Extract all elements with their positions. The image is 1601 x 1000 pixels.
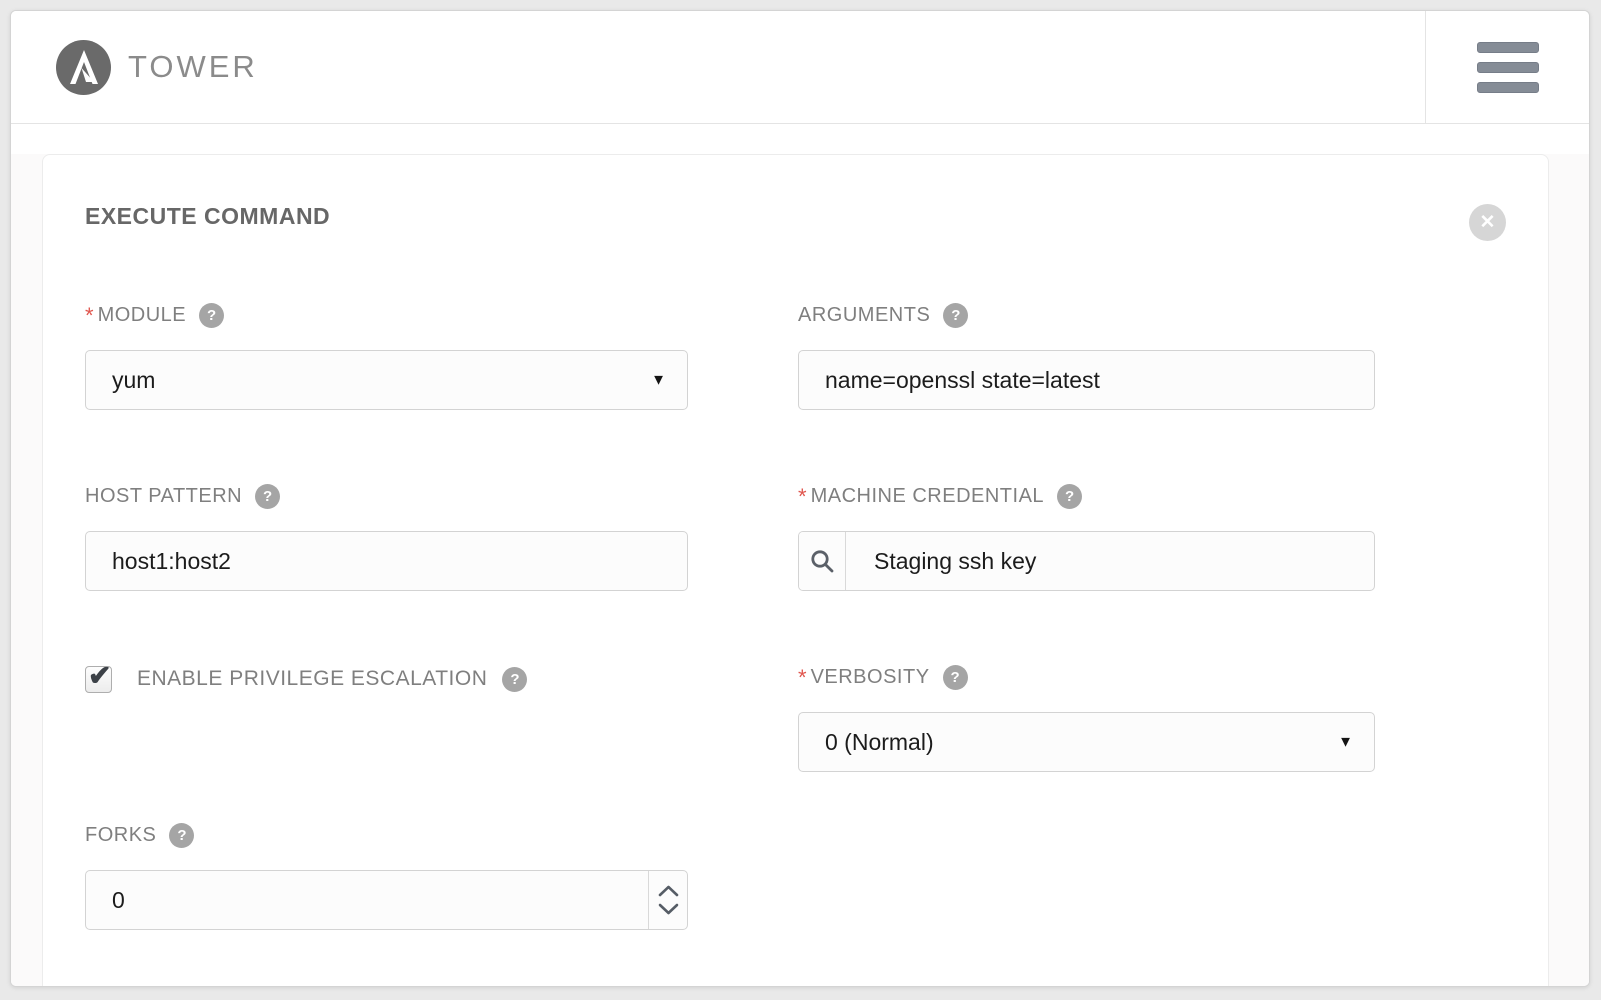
machine-credential-box [798,531,1375,591]
arguments-label-row: ARGUMENTS ? [798,303,1375,328]
privilege-escalation-group: ✔ ENABLE PRIVILEGE ESCALATION ? [85,665,688,693]
app-window: TOWER EXECUTE COMMAND ✕ [10,10,1590,987]
help-icon[interactable]: ? [255,484,280,509]
ansible-a-glyph [67,49,101,85]
host-pattern-box [85,531,688,591]
module-selected-value: yum [86,367,687,394]
stepper-up-icon[interactable] [658,882,679,900]
help-icon[interactable]: ? [943,303,968,328]
search-icon[interactable] [799,532,846,590]
forks-field-group: FORKS ? [85,823,688,930]
verbosity-selected-value: 0 (Normal) [799,729,1374,756]
panel-header: EXECUTE COMMAND ✕ [85,201,1506,241]
required-marker: * [798,484,807,509]
host-pattern-input[interactable] [86,532,687,590]
verbosity-select[interactable]: 0 (Normal) ▼ [798,712,1375,772]
verbosity-field-group: * VERBOSITY ? 0 (Normal) ▼ [798,665,1375,772]
ansible-logo-icon [56,40,111,95]
module-label: MODULE [98,304,187,327]
stepper-down-icon[interactable] [658,900,679,918]
machine-credential-input[interactable] [846,532,1374,590]
navbar-menu-section [1425,11,1589,123]
arguments-field-group: ARGUMENTS ? [798,303,1375,410]
brand-title: TOWER [128,49,258,85]
chevron-down-icon: ▼ [1338,734,1353,751]
required-marker: * [798,665,807,690]
host-pattern-label: HOST PATTERN [85,485,242,508]
forks-box [85,870,688,930]
form-column-left: * MODULE ? yum ▼ HOST PATTERN [85,303,688,987]
module-select[interactable]: yum ▼ [85,350,688,410]
arguments-box [798,350,1375,410]
required-marker: * [85,303,94,328]
forks-input[interactable] [86,871,648,929]
close-icon[interactable]: ✕ [1469,204,1506,241]
forks-label-row: FORKS ? [85,823,688,848]
help-icon[interactable]: ? [199,303,224,328]
top-navbar: TOWER [11,11,1589,124]
forks-stepper [648,871,687,929]
brand: TOWER [11,11,1425,123]
close-glyph: ✕ [1480,213,1496,232]
chevron-down-icon: ▼ [651,372,666,389]
help-icon[interactable]: ? [1057,484,1082,509]
module-field-group: * MODULE ? yum ▼ [85,303,688,410]
hamburger-menu-icon[interactable] [1477,33,1539,102]
arguments-input[interactable] [799,351,1374,409]
machine-credential-label-row: * MACHINE CREDENTIAL ? [798,484,1375,509]
help-icon[interactable]: ? [169,823,194,848]
hamburger-bar [1477,82,1539,93]
help-icon[interactable]: ? [943,665,968,690]
forks-label: FORKS [85,824,156,847]
privilege-escalation-label: ENABLE PRIVILEGE ESCALATION [137,667,487,691]
page-title: EXECUTE COMMAND [85,201,330,231]
arguments-label: ARGUMENTS [798,304,930,327]
verbosity-label: VERBOSITY [811,666,930,689]
host-pattern-label-row: HOST PATTERN ? [85,484,688,509]
execute-command-form: * MODULE ? yum ▼ HOST PATTERN [85,303,1506,987]
host-pattern-field-group: HOST PATTERN ? [85,484,688,591]
module-label-row: * MODULE ? [85,303,688,328]
page-content: EXECUTE COMMAND ✕ * MODULE ? [11,154,1589,987]
execute-command-panel: EXECUTE COMMAND ✕ * MODULE ? [42,154,1549,987]
privilege-escalation-checkbox[interactable]: ✔ [85,666,112,693]
hamburger-bar [1477,62,1539,73]
help-icon[interactable]: ? [502,667,527,692]
verbosity-label-row: * VERBOSITY ? [798,665,1375,690]
checkmark-icon: ✔ [88,659,111,692]
form-column-right: ARGUMENTS ? * MACHINE CREDENTIAL ? [798,303,1375,987]
machine-credential-field-group: * MACHINE CREDENTIAL ? [798,484,1375,591]
machine-credential-label: MACHINE CREDENTIAL [811,485,1044,508]
hamburger-bar [1477,42,1539,53]
